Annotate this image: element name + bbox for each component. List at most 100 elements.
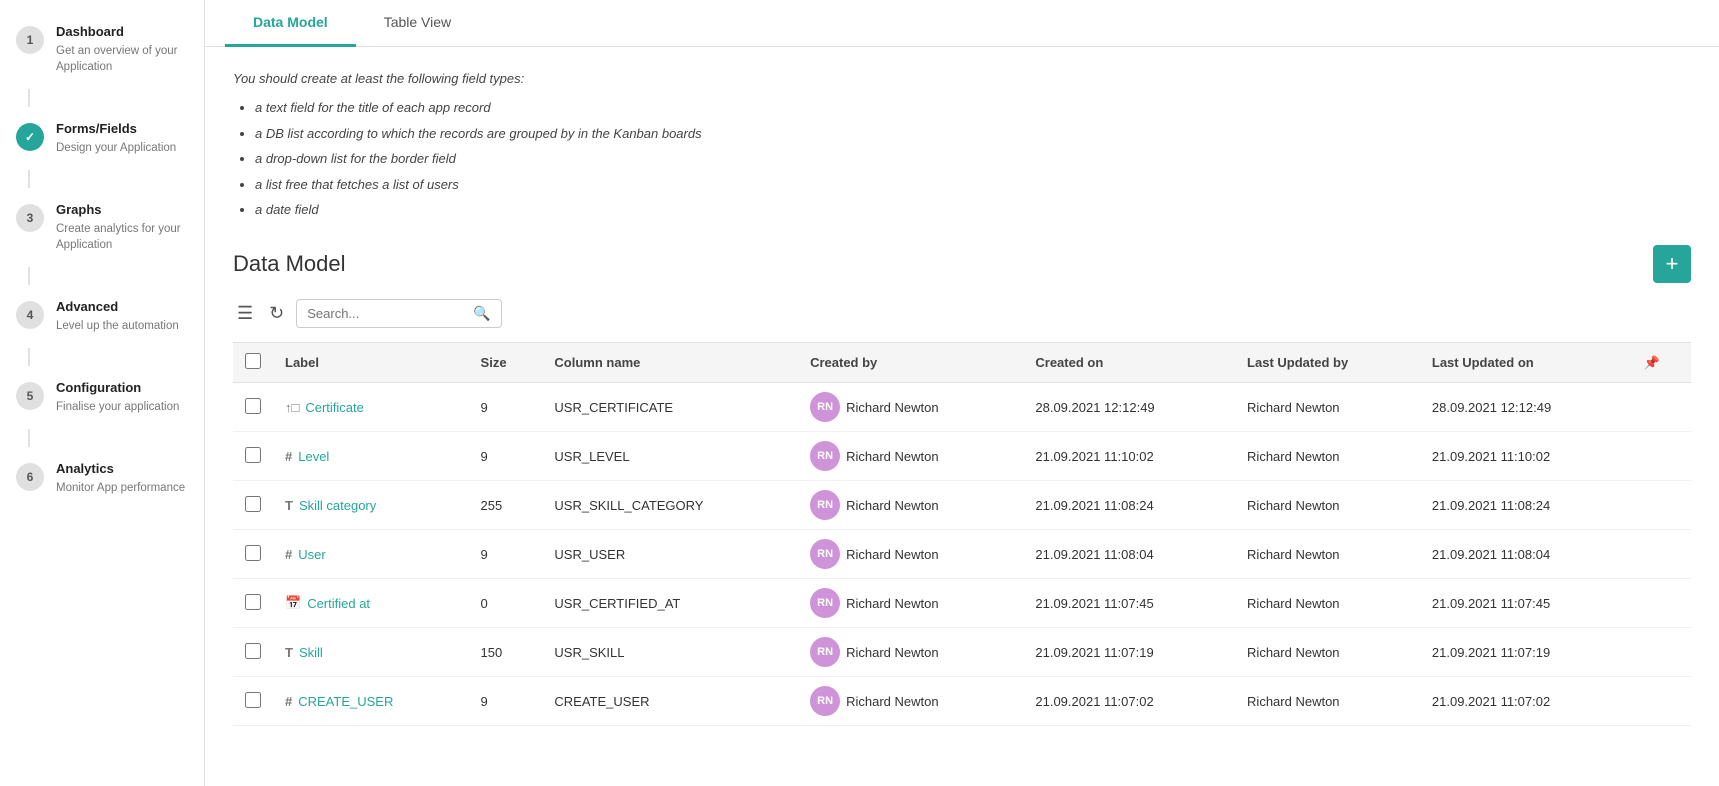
- refresh-icon[interactable]: ↻: [265, 299, 288, 328]
- sidebar-item-forms-fields[interactable]: ✓ Forms/Fields Design your Application: [0, 107, 204, 170]
- sidebar-line-2: [28, 170, 30, 188]
- row-size-1: 9: [469, 432, 543, 481]
- created-by-name-4[interactable]: Richard Newton: [846, 596, 939, 611]
- row-size-4: 0: [469, 579, 543, 628]
- instruction-item-1: a text field for the title of each app r…: [255, 96, 1691, 119]
- sidebar-desc-analytics: Monitor App performance: [56, 480, 185, 496]
- row-pin-0: [1632, 383, 1691, 432]
- sidebar-line-1: [28, 89, 30, 107]
- row-label-6[interactable]: # CREATE_USER: [273, 677, 469, 726]
- tab-data-model[interactable]: Data Model: [225, 0, 356, 47]
- row-pin-1: [1632, 432, 1691, 481]
- row-checkbox-0[interactable]: [245, 398, 261, 414]
- row-size-6: 9: [469, 677, 543, 726]
- sidebar-title-analytics: Analytics: [56, 461, 185, 478]
- created-by-name-6[interactable]: Richard Newton: [846, 694, 939, 709]
- col-last-updated-by: Last Updated by: [1235, 343, 1420, 383]
- sidebar-title-advanced: Advanced: [56, 299, 179, 316]
- created-by-name-5[interactable]: Richard Newton: [846, 645, 939, 660]
- row-label-5[interactable]: T Skill: [273, 628, 469, 677]
- row-label-3[interactable]: # User: [273, 530, 469, 579]
- menu-icon[interactable]: ☰: [233, 299, 257, 328]
- row-created-on-5: 21.09.2021 11:07:19: [1023, 628, 1235, 677]
- search-icon[interactable]: 🔍: [473, 305, 490, 322]
- sidebar-item-graphs[interactable]: 3 Graphs Create analytics for your Appli…: [0, 188, 204, 267]
- col-created-by: Created by: [798, 343, 1023, 383]
- created-by-name-0[interactable]: Richard Newton: [846, 400, 939, 415]
- row-checkbox-3[interactable]: [245, 545, 261, 561]
- created-by-name-3[interactable]: Richard Newton: [846, 547, 939, 562]
- sidebar-desc-graphs: Create analytics for your Application: [56, 221, 188, 253]
- sidebar-item-advanced[interactable]: 4 Advanced Level up the automation: [0, 285, 204, 348]
- row-pin-6: [1632, 677, 1691, 726]
- sidebar-title-configuration: Configuration: [56, 380, 179, 397]
- row-last-updated-on-3: 21.09.2021 11:08:04: [1420, 530, 1632, 579]
- row-created-by-4: RN Richard Newton: [798, 579, 1023, 628]
- row-created-on-2: 21.09.2021 11:08:24: [1023, 481, 1235, 530]
- avatar-created-by-3: RN: [810, 539, 840, 569]
- row-created-on-4: 21.09.2021 11:07:45: [1023, 579, 1235, 628]
- sidebar-item-configuration[interactable]: 5 Configuration Finalise your applicatio…: [0, 366, 204, 429]
- tab-table-view[interactable]: Table View: [356, 0, 479, 47]
- row-checkbox-6[interactable]: [245, 692, 261, 708]
- tab-bar: Data Model Table View: [205, 0, 1719, 47]
- search-input[interactable]: [307, 306, 467, 321]
- row-created-by-3: RN Richard Newton: [798, 530, 1023, 579]
- row-label-0[interactable]: ↑□ Certificate: [273, 383, 469, 432]
- row-created-by-2: RN Richard Newton: [798, 481, 1023, 530]
- row-last-updated-on-5: 21.09.2021 11:07:19: [1420, 628, 1632, 677]
- sidebar-item-dashboard[interactable]: 1 Dashboard Get an overview of your Appl…: [0, 10, 204, 89]
- toolbar: ☰ ↻ 🔍: [233, 299, 1691, 328]
- sidebar: 1 Dashboard Get an overview of your Appl…: [0, 0, 205, 786]
- row-created-on-6: 21.09.2021 11:07:02: [1023, 677, 1235, 726]
- col-label: Label: [273, 343, 469, 383]
- row-created-by-5: RN Richard Newton: [798, 628, 1023, 677]
- row-created-on-0: 28.09.2021 12:12:49: [1023, 383, 1235, 432]
- type-icon-3: #: [285, 547, 292, 562]
- step-number-3: 3: [16, 204, 44, 232]
- row-checkbox-cell: [233, 677, 273, 726]
- instruction-item-3: a drop-down list for the border field: [255, 147, 1691, 170]
- row-checkbox-2[interactable]: [245, 496, 261, 512]
- created-by-name-1[interactable]: Richard Newton: [846, 449, 939, 464]
- col-checkbox: [233, 343, 273, 383]
- row-column-name-3: USR_USER: [542, 530, 798, 579]
- type-icon-4: 📅: [285, 595, 301, 611]
- row-column-name-4: USR_CERTIFIED_AT: [542, 579, 798, 628]
- row-size-0: 9: [469, 383, 543, 432]
- row-checkbox-1[interactable]: [245, 447, 261, 463]
- table-row: # Level 9 USR_LEVEL RN Richard Newton 21…: [233, 432, 1691, 481]
- row-pin-3: [1632, 530, 1691, 579]
- type-icon-6: #: [285, 694, 292, 709]
- sidebar-item-analytics[interactable]: 6 Analytics Monitor App performance: [0, 447, 204, 510]
- instruction-intro: You should create at least the following…: [233, 67, 1691, 90]
- row-label-4[interactable]: 📅 Certified at: [273, 579, 469, 628]
- step-number-1: 1: [16, 26, 44, 54]
- row-checkbox-4[interactable]: [245, 594, 261, 610]
- row-last-updated-by-5: Richard Newton: [1235, 628, 1420, 677]
- created-by-name-2[interactable]: Richard Newton: [846, 498, 939, 513]
- sidebar-desc-dashboard: Get an overview of your Application: [56, 43, 188, 75]
- row-column-name-1: USR_LEVEL: [542, 432, 798, 481]
- add-field-button[interactable]: +: [1653, 245, 1691, 283]
- avatar-created-by-0: RN: [810, 392, 840, 422]
- col-size: Size: [469, 343, 543, 383]
- row-label-2[interactable]: T Skill category: [273, 481, 469, 530]
- row-last-updated-on-0: 28.09.2021 12:12:49: [1420, 383, 1632, 432]
- row-label-1[interactable]: # Level: [273, 432, 469, 481]
- row-size-2: 255: [469, 481, 543, 530]
- row-column-name-6: CREATE_USER: [542, 677, 798, 726]
- type-icon-5: T: [285, 645, 293, 660]
- row-last-updated-on-6: 21.09.2021 11:07:02: [1420, 677, 1632, 726]
- table-row: 📅 Certified at 0 USR_CERTIFIED_AT RN Ric…: [233, 579, 1691, 628]
- row-pin-2: [1632, 481, 1691, 530]
- row-pin-4: [1632, 579, 1691, 628]
- row-checkbox-cell: [233, 481, 273, 530]
- select-all-checkbox[interactable]: [245, 353, 261, 369]
- row-last-updated-by-3: Richard Newton: [1235, 530, 1420, 579]
- sidebar-line-4: [28, 348, 30, 366]
- row-checkbox-cell: [233, 579, 273, 628]
- row-checkbox-5[interactable]: [245, 643, 261, 659]
- instruction-item-5: a date field: [255, 198, 1691, 221]
- row-pin-5: [1632, 628, 1691, 677]
